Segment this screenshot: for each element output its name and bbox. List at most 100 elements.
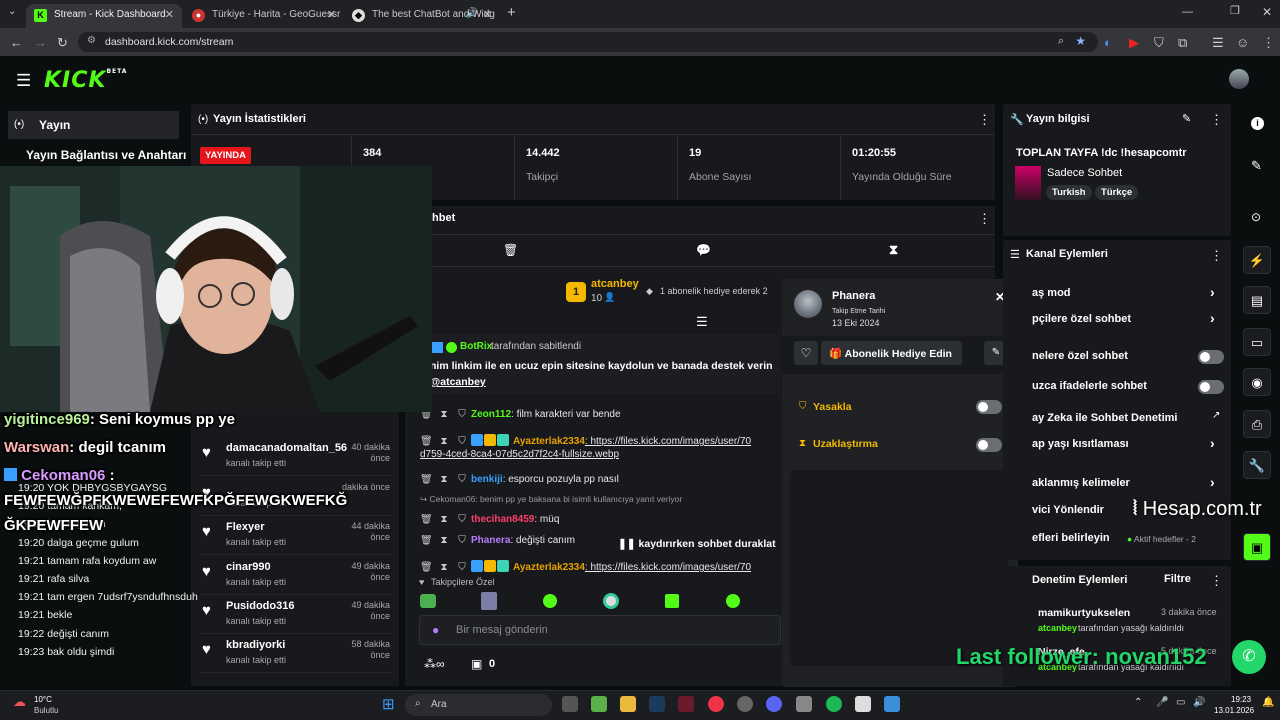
hourglass-icon[interactable]: ⧗ — [438, 535, 450, 546]
app-icon[interactable] — [796, 696, 812, 712]
shield-icon[interactable]: ⛉ — [456, 562, 468, 573]
follower-name[interactable]: Pusidodo316 — [226, 600, 294, 612]
new-tab-icon[interactable]: + — [507, 5, 516, 20]
microphone-icon[interactable]: ● — [432, 623, 439, 637]
close-tab-icon[interactable]: ✕ — [327, 8, 336, 21]
minimize-icon[interactable]: — — [1182, 7, 1193, 18]
channel-action-1[interactable]: pçilere özel sohbet — [1032, 313, 1131, 325]
pinned-by-user[interactable]: BotRix — [460, 341, 492, 352]
shield-icon[interactable]: ⛉ — [456, 474, 468, 485]
print-button[interactable]: ⎙ — [1243, 410, 1271, 438]
tab-kick-dashboard[interactable]: K Stream - Kick Dashboard ✕ — [26, 4, 182, 28]
channel-action-7[interactable]: vici Yönlendir — [1032, 504, 1104, 516]
chat-menu-icon[interactable]: ⋮ — [978, 211, 991, 227]
settings-button[interactable]: 🔧 — [1243, 451, 1271, 479]
microphone-icon[interactable]: 🎤 — [1156, 697, 1168, 708]
chat-username[interactable]: Ayazterlak2334 — [513, 436, 585, 447]
gift-username[interactable]: atcanbey — [591, 278, 639, 290]
tag-chip[interactable]: Türkçe — [1095, 185, 1139, 200]
chat-button[interactable]: ▭ — [1243, 328, 1271, 356]
gift-sub-button[interactable]: 🎁 Abonelik Hediye Edin — [821, 341, 962, 365]
trash-icon[interactable]: 🗑 — [420, 562, 433, 573]
channel-action-5[interactable]: ap yaşı kısıtlaması — [1032, 438, 1129, 450]
chat-username[interactable]: Ayazterlak2334 — [513, 562, 585, 573]
notifications-icon[interactable]: 🔔 — [1262, 697, 1274, 708]
channel-actions-menu-icon[interactable]: ⋮ — [1210, 248, 1223, 264]
emote-cat-icon[interactable] — [603, 593, 619, 609]
close-window-icon[interactable]: ✕ — [1262, 6, 1272, 18]
sidebar-item-yayin[interactable]: (•) Yayın — [8, 111, 179, 139]
task-view-icon[interactable] — [562, 696, 578, 712]
channel-action-2[interactable]: nelere özel sohbet — [1032, 350, 1128, 362]
edit-pencil-icon[interactable]: ✎ — [1182, 112, 1191, 125]
extensions-icon[interactable]: ⧉ — [1178, 35, 1187, 51]
reading-list-icon[interactable]: ☰ — [1212, 35, 1224, 51]
hourglass-icon[interactable]: ⧗ — [438, 474, 450, 485]
filter-button[interactable]: Filtre — [1164, 573, 1191, 585]
pinned-mention[interactable]: @atcanbey — [430, 376, 486, 388]
chat-username[interactable]: thecihan8459 — [471, 514, 534, 525]
shield-icon[interactable]: ⛉ — [456, 436, 468, 447]
trash-icon[interactable]: 🗑 — [503, 243, 518, 257]
emote-face-icon[interactable] — [481, 592, 497, 610]
tab-chatbot[interactable]: ◆ The best ChatBot and Widg 🔊 ✕ — [344, 4, 500, 28]
lightning-button[interactable]: ⚡ — [1243, 246, 1271, 274]
hourglass-icon[interactable]: ⧗ — [438, 436, 450, 447]
follower-name[interactable]: Flexyer — [226, 521, 265, 533]
tab-geoguessr[interactable]: ● Türkiye - Harita - GeoGuessr ✕ — [184, 4, 344, 28]
file-explorer-icon[interactable] — [620, 696, 636, 712]
trash-icon[interactable]: 🗑 — [420, 474, 433, 485]
emote-chat-toggle[interactable] — [1198, 380, 1224, 394]
subscriber-chat-toggle[interactable] — [1198, 350, 1224, 364]
notepad-icon[interactable] — [884, 696, 900, 712]
sidebar-item-stream-key[interactable]: Yayın Bağlantısı ve Anahtarı — [26, 148, 186, 162]
shield-icon[interactable]: ⛉ — [456, 514, 468, 525]
notes-button[interactable]: ▤ — [1243, 286, 1271, 314]
volume-icon[interactable]: 🔊 — [1193, 697, 1205, 708]
tag-chip[interactable]: Turkish — [1046, 185, 1092, 200]
follower-name[interactable]: damacanadomaltan_56 — [226, 442, 347, 454]
close-tab-icon[interactable]: ✕ — [165, 8, 174, 21]
chrome-icon[interactable] — [708, 696, 724, 712]
shield-icon[interactable]: ⛉ — [456, 535, 468, 546]
chevron-right-icon[interactable]: › — [1210, 435, 1215, 451]
taskbar-search[interactable]: ⌕ Ara — [405, 694, 552, 716]
edit-icon[interactable]: ✎ — [1251, 158, 1262, 174]
stream-info-menu-icon[interactable]: ⋮ — [1210, 112, 1223, 128]
hourglass-icon[interactable]: ⧗ — [889, 242, 898, 258]
site-info-icon[interactable]: ⚙ — [87, 35, 96, 46]
address-bar[interactable]: ⚙ dashboard.kick.com/stream ⌕ ★ — [78, 32, 1098, 52]
hourglass-icon[interactable]: ⧗ — [438, 514, 450, 525]
channel-action-3[interactable]: uzca ifadelerle sohbet — [1032, 380, 1147, 392]
forward-icon[interactable]: → — [34, 35, 47, 50]
app-icon[interactable] — [855, 696, 871, 712]
external-link-icon[interactable]: ↗ — [1212, 410, 1220, 421]
chevron-right-icon[interactable]: › — [1210, 284, 1215, 300]
zoom-icon[interactable]: ⌕ — [1058, 35, 1064, 48]
follow-heart-button[interactable]: ♡ — [794, 341, 818, 365]
follower-name[interactable]: cinar990 — [226, 561, 271, 573]
emote-blob-icon[interactable] — [726, 594, 740, 608]
profile-icon[interactable]: ☺ — [1236, 35, 1249, 50]
weather-icon[interactable]: ☁ — [13, 694, 26, 710]
stats-menu-icon[interactable]: ⋮ — [978, 112, 991, 128]
chat-bubble-icon[interactable]: 💬 — [696, 243, 711, 257]
chevron-right-icon[interactable]: › — [1210, 310, 1215, 326]
chat-link-continued[interactable]: d759-4ced-8ca4-07d5c2d7f2c4-fullsize.web… — [420, 449, 780, 460]
chat-username[interactable]: Zeon112 — [471, 409, 511, 420]
ban-toggle[interactable] — [976, 400, 1002, 414]
app-icon[interactable] — [737, 696, 753, 712]
kick-app-button[interactable]: ▣ — [1243, 533, 1271, 561]
spotify-icon[interactable] — [826, 696, 842, 712]
minecraft-icon[interactable] — [591, 696, 607, 712]
mod-log-user[interactable]: mamikurtyukselen — [1038, 607, 1130, 619]
collapse-pinned-icon[interactable]: ☰ — [696, 314, 708, 330]
emote-ghost-icon[interactable] — [543, 594, 557, 608]
tab-search-icon[interactable]: ⌄ — [8, 7, 16, 17]
chat-paused-banner[interactable]: ❚❚ kaydırırken sohbet duraklat — [612, 536, 782, 552]
back-icon[interactable]: ← — [10, 35, 23, 50]
chat-tools-icon[interactable]: ⁂∞ — [424, 657, 445, 671]
trash-icon[interactable]: 🗑 — [420, 535, 433, 546]
bookmark-star-icon[interactable]: ★ — [1075, 34, 1086, 48]
tray-overflow-icon[interactable]: ⌃ — [1134, 697, 1142, 708]
